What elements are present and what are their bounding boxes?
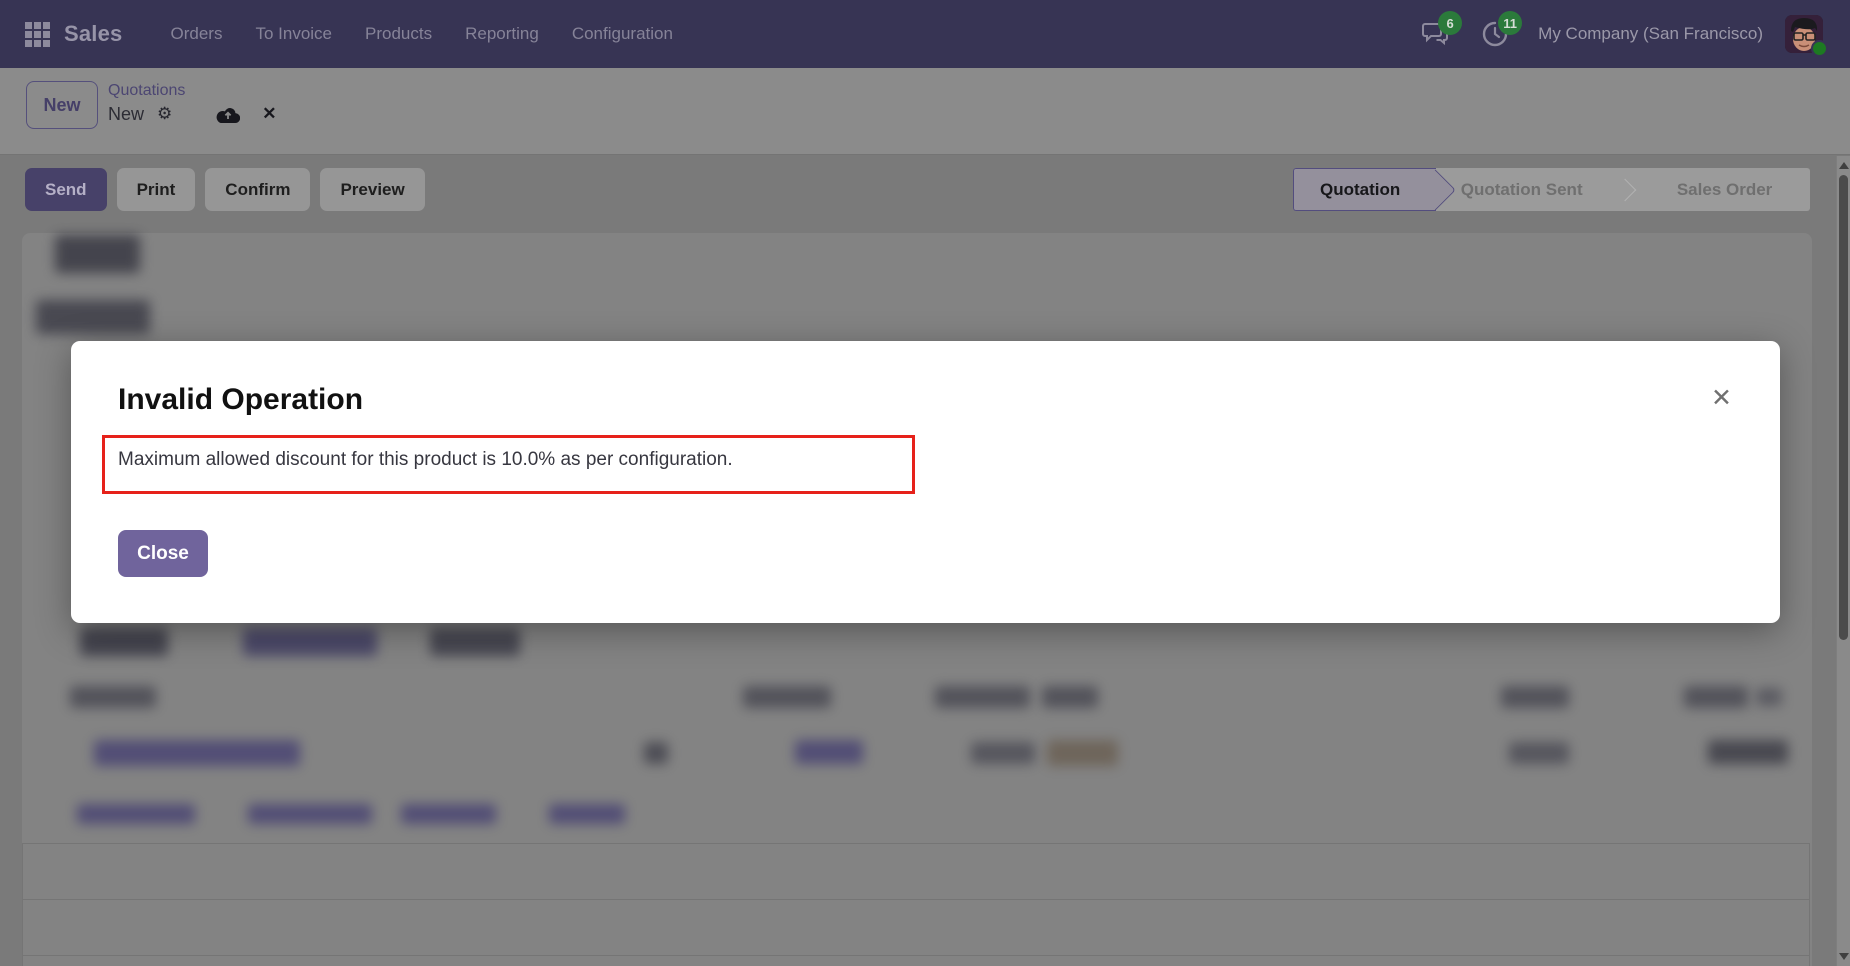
blurred-column-header xyxy=(1684,686,1748,708)
blurred-sort-icon xyxy=(1756,688,1782,706)
menu-reporting[interactable]: Reporting xyxy=(465,24,539,44)
vertical-scrollbar[interactable] xyxy=(1836,156,1850,966)
dialog-title: Invalid Operation xyxy=(118,383,363,417)
preview-button[interactable]: Preview xyxy=(320,168,424,211)
main-menu: Orders To Invoice Products Reporting Con… xyxy=(171,24,673,44)
statusbar: Quotation Quotation Sent Sales Order xyxy=(1293,168,1810,211)
menu-products[interactable]: Products xyxy=(365,24,432,44)
confirm-button[interactable]: Confirm xyxy=(205,168,310,211)
close-button[interactable]: Close xyxy=(118,530,208,577)
blurred-cell-amount xyxy=(1708,740,1788,764)
blurred-link-add-section xyxy=(248,804,372,824)
blurred-link-add-note xyxy=(401,804,496,824)
blurred-cell-icon xyxy=(644,742,668,764)
control-panel: New Quotations New ⚙ ✕ xyxy=(0,68,1850,155)
scroll-down-arrow-icon[interactable] xyxy=(1839,953,1849,960)
statusbar-arrow xyxy=(1415,169,1456,210)
blurred-cell-quantity xyxy=(795,740,863,764)
blurred-cell-price xyxy=(1509,742,1569,764)
user-avatar[interactable] xyxy=(1785,15,1823,53)
activities-button[interactable]: 11 xyxy=(1480,17,1510,51)
blurred-link-catalog xyxy=(549,804,625,824)
company-switcher[interactable]: My Company (San Francisco) xyxy=(1538,24,1763,44)
statusbar-step-quotation-sent[interactable]: Quotation Sent xyxy=(1436,180,1607,200)
messages-badge: 6 xyxy=(1438,11,1462,35)
blurred-tab-order-lines xyxy=(80,628,168,656)
breadcrumb-current: New xyxy=(108,103,144,125)
messages-button[interactable]: 6 xyxy=(1420,17,1450,51)
menu-orders[interactable]: Orders xyxy=(171,24,223,44)
blurred-tab xyxy=(430,628,520,656)
form-action-buttons: Send Print Confirm Preview xyxy=(25,168,425,211)
online-status-dot xyxy=(1811,40,1828,57)
blurred-form-title xyxy=(55,235,140,273)
send-button[interactable]: Send xyxy=(25,168,107,211)
invalid-operation-dialog: Invalid Operation ✕ Maximum allowed disc… xyxy=(71,341,1780,623)
blurred-column-header xyxy=(1501,686,1569,708)
discard-icon[interactable]: ✕ xyxy=(262,104,276,124)
close-icon[interactable]: ✕ xyxy=(1711,385,1732,410)
error-message: Maximum allowed discount for this produc… xyxy=(118,448,898,472)
empty-table-row xyxy=(23,900,1809,956)
blurred-column-header xyxy=(935,686,1030,708)
new-record-button[interactable]: New xyxy=(26,81,98,129)
apps-grid-icon[interactable] xyxy=(25,22,50,47)
navbar-right: 6 11 My Company (San Francisco) xyxy=(1390,15,1823,53)
empty-table-row xyxy=(23,844,1809,900)
scrollbar-thumb[interactable] xyxy=(1839,175,1848,640)
breadcrumb: Quotations New ⚙ ✕ xyxy=(108,81,277,125)
menu-to-invoice[interactable]: To Invoice xyxy=(255,24,332,44)
blurred-tax-tag xyxy=(1047,740,1118,766)
print-button[interactable]: Print xyxy=(117,168,196,211)
blurred-tab xyxy=(243,628,377,656)
blurred-field-label xyxy=(36,300,150,334)
statusbar-step-sales-order[interactable]: Sales Order xyxy=(1639,180,1810,200)
error-message-highlight-box: Maximum allowed discount for this produc… xyxy=(102,435,915,494)
menu-configuration[interactable]: Configuration xyxy=(572,24,673,44)
blurred-cell-product xyxy=(94,740,300,766)
odoo-sales-app: Sales Orders To Invoice Products Reporti… xyxy=(0,0,1850,966)
blurred-cell-delivered xyxy=(971,742,1035,764)
order-lines-empty-rows xyxy=(22,843,1810,966)
top-navbar: Sales Orders To Invoice Products Reporti… xyxy=(0,0,1850,68)
blurred-column-header xyxy=(70,686,156,708)
breadcrumb-quotations-link[interactable]: Quotations xyxy=(108,81,277,101)
activities-badge: 11 xyxy=(1498,11,1522,35)
scroll-up-arrow-icon[interactable] xyxy=(1839,162,1849,169)
save-cloud-icon[interactable] xyxy=(216,106,240,123)
app-brand-sales[interactable]: Sales xyxy=(64,21,123,47)
blurred-column-header xyxy=(1042,686,1098,708)
gear-icon[interactable]: ⚙ xyxy=(157,104,172,124)
chevron-right-icon xyxy=(1614,178,1637,201)
blurred-link-add-product xyxy=(77,804,195,824)
statusbar-step-quotation[interactable]: Quotation xyxy=(1293,168,1436,211)
blurred-column-header xyxy=(743,686,831,708)
